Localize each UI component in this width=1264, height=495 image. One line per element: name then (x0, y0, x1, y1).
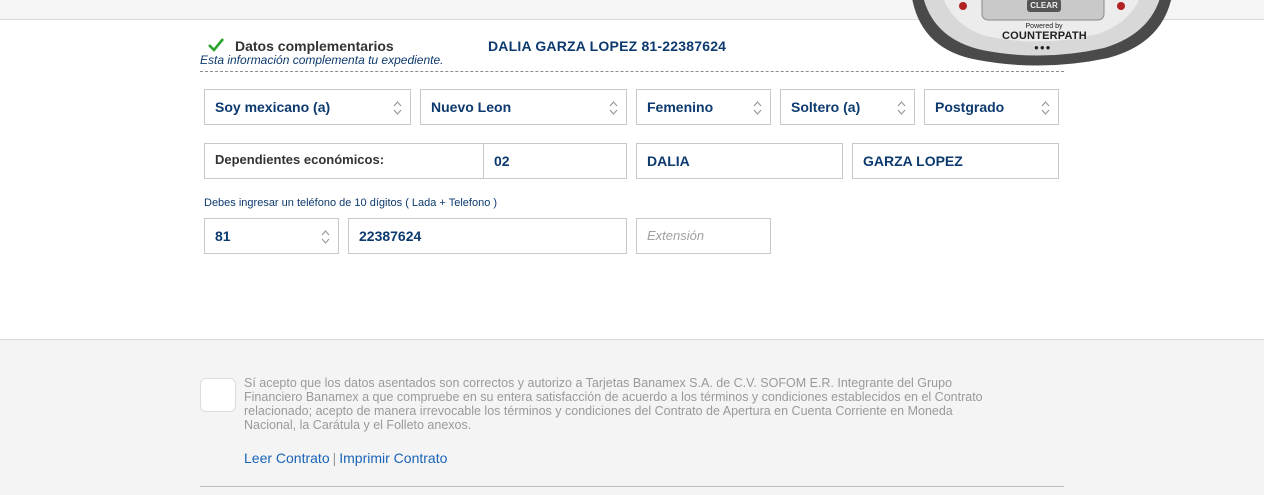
select-arrows-icon (753, 101, 762, 115)
state-select[interactable]: Nuevo Leon (420, 89, 627, 125)
marital-status-value: Soltero (a) (791, 99, 861, 115)
contract-links: Leer Contrato | Imprimir Contrato (244, 450, 447, 466)
accept-terms-checkbox[interactable] (200, 378, 236, 412)
lada-value: 81 (215, 228, 231, 244)
education-value: Postgrado (935, 99, 1005, 115)
checkmark-icon (208, 38, 224, 52)
print-contract-link[interactable]: Imprimir Contrato (339, 450, 447, 466)
extension-input[interactable]: Extensión (636, 218, 771, 254)
select-arrows-icon (897, 101, 906, 115)
gender-select[interactable]: Femenino (636, 89, 771, 125)
powered-by-label: Powered by (1025, 23, 1063, 30)
accept-terms-text: Sí acepto que los datos asentados son co… (244, 376, 983, 432)
dependents-input[interactable]: 02 (483, 143, 627, 179)
state-value: Nuevo Leon (431, 99, 512, 115)
first-name-input[interactable]: DALIA (636, 143, 843, 179)
last-name-input[interactable]: GARZA LOPEZ (852, 143, 1059, 179)
select-arrows-icon (1041, 101, 1050, 115)
select-arrows-icon (609, 101, 618, 115)
section-subtitle: Esta información complementa tu expedien… (200, 53, 444, 67)
read-contract-link[interactable]: Leer Contrato (244, 450, 330, 466)
terms-footer: Sí acepto que los datos asentados son co… (0, 339, 1264, 495)
gender-value: Femenino (647, 99, 714, 115)
section-header: Datos complementarios DALIA GARZA LOPEZ … (200, 36, 1064, 72)
customer-name-phone: DALIA GARZA LOPEZ 81-22387624 (488, 38, 727, 54)
select-arrows-icon (321, 230, 330, 244)
section-title: Datos complementarios (235, 38, 394, 54)
clear-button[interactable]: CLEAR (1027, 0, 1061, 12)
lada-select[interactable]: 81 (204, 218, 339, 254)
education-select[interactable]: Postgrado (924, 89, 1059, 125)
link-separator: | (332, 450, 337, 466)
marital-status-select[interactable]: Soltero (a) (780, 89, 915, 125)
footer-divider (200, 486, 1064, 487)
phone-number-input[interactable]: 22387624 (348, 218, 627, 254)
select-arrows-icon (393, 101, 402, 115)
nationality-value: Soy mexicano (a) (215, 99, 331, 115)
dependents-label: Dependientes económicos: (204, 143, 484, 179)
nationality-select[interactable]: Soy mexicano (a) (204, 89, 411, 125)
phone-hint: Debes ingresar un teléfono de 10 dígitos… (204, 197, 498, 209)
